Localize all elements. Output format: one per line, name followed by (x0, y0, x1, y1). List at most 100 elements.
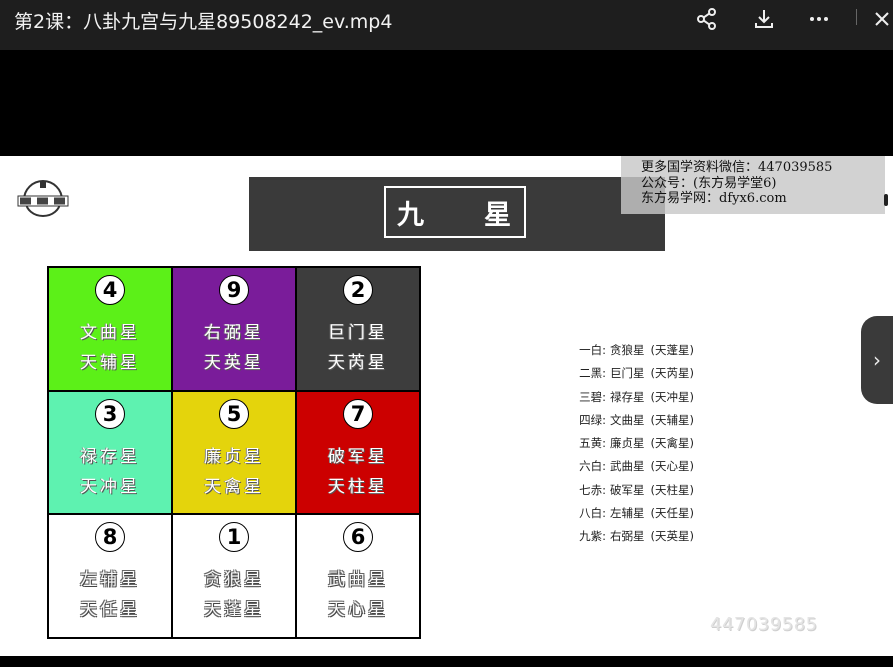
download-button[interactable] (746, 4, 782, 34)
list-star: 破军星 (610, 482, 645, 497)
list-label: 五黄: (579, 436, 606, 451)
star-name: 廉贞星 (204, 446, 264, 467)
list-item: 一白: 贪狼星 (天蓬星) (572, 339, 694, 362)
star-alt-name: 天蓬星 (204, 600, 264, 621)
contact-watermark: 更多国学资料微信：447039585 公众号：(东方易学堂6) 东方易学网：df… (621, 156, 885, 214)
video-letterbox-bottom (0, 656, 893, 667)
grid-cell: 7 破军星天柱星 (297, 391, 419, 514)
more-button[interactable] (801, 4, 837, 34)
star-alt-name: 天芮星 (328, 353, 388, 373)
star-name: 贪狼星 (204, 570, 264, 591)
logo (16, 178, 70, 218)
star-alt-name: 天任星 (80, 600, 140, 621)
list-star: 左辅星 (610, 506, 645, 521)
list-label: 一白: (579, 343, 606, 357)
toolbar-divider (856, 9, 857, 25)
star-alt-name: 天柱星 (328, 476, 388, 497)
list-alt: (天蓬星) (650, 343, 694, 357)
cell-number: 2 (343, 275, 373, 305)
grid-cell: 9 右弼星天英星 (173, 268, 295, 390)
list-item: 七赤: 破军星 (天柱星) (572, 479, 694, 502)
star-name: 破军星 (328, 446, 388, 467)
star-alt-name: 天辅星 (80, 353, 140, 373)
slide-title-right: 星 (484, 199, 513, 231)
star-name: 巨门星 (328, 323, 388, 343)
close-icon (874, 12, 889, 26)
edge-marker (884, 194, 888, 206)
bottom-watermark: 447039585 (710, 614, 818, 635)
watermark-line: 更多国学资料微信：447039585 (641, 160, 833, 175)
video-title: 第2课：八卦九宫与九星89508242_ev.mp4 (14, 11, 393, 33)
star-name: 武曲星 (328, 570, 388, 591)
cell-number: 7 (343, 398, 373, 429)
video-frame[interactable]: 九 星 更多国学资料微信：447039585 公众号：(东方易学堂6) 东方易学… (0, 156, 893, 656)
star-list: 一白: 贪狼星 (天蓬星) 二黑: 巨门星 (天芮星) 三碧: 禄存星 (天冲星) 四绿: 文… (572, 339, 694, 549)
star-name: 左辅星 (80, 570, 140, 591)
list-star: 廉贞星 (610, 436, 645, 451)
next-button[interactable]: › (861, 316, 893, 404)
list-alt: (天禽星) (650, 436, 694, 451)
grid-cell: 8 左辅星天任星 (49, 515, 171, 637)
list-star: 巨门星 (610, 366, 645, 381)
list-alt: (天辅星) (650, 412, 694, 427)
list-item: 二黑: 巨门星 (天芮星) (572, 362, 694, 385)
grid-cell: 6 武曲星天心星 (297, 515, 419, 637)
list-alt: (天柱星) (650, 482, 694, 497)
watermark-line: 公众号：(东方易学堂6) (641, 175, 777, 191)
grid-cell: 4 文曲星天辅星 (49, 268, 171, 390)
slide-title: 九 星 (384, 186, 526, 238)
cell-number: 8 (95, 522, 125, 553)
list-star: 贪狼星 (610, 343, 645, 357)
star-alt-name: 天英星 (204, 353, 264, 373)
list-item: 八白: 左辅星 (天任星) (572, 502, 694, 525)
chevron-right-icon: › (873, 348, 881, 372)
download-icon (755, 10, 773, 28)
grid-cell: 3 禄存星天冲星 (49, 391, 171, 514)
list-label: 四绿: (579, 412, 606, 427)
list-alt: (天任星) (650, 506, 694, 521)
close-button[interactable] (870, 4, 893, 34)
cell-number: 5 (219, 398, 249, 429)
star-name: 右弼星 (204, 323, 264, 343)
video-letterbox-top (0, 50, 893, 156)
list-alt: (天芮星) (650, 366, 694, 381)
star-name: 禄存星 (80, 446, 140, 467)
list-item: 六白: 武曲星 (天心星) (572, 455, 694, 478)
grid-cell: 1 贪狼星天蓬星 (173, 515, 295, 637)
watermark-line: 东方易学网：dfyx6.com (641, 191, 787, 206)
cell-number: 1 (219, 522, 249, 553)
list-star: 武曲星 (610, 459, 645, 474)
cell-number: 3 (95, 398, 125, 429)
list-item: 九紫: 右弼星 (天英星) (572, 525, 694, 548)
cell-number: 6 (343, 522, 373, 553)
star-alt-name: 天心星 (328, 600, 388, 621)
list-label: 七赤: (579, 482, 606, 497)
title-bar: 第2课：八卦九宫与九星89508242_ev.mp4 (0, 0, 893, 50)
slide-title-left: 九 (397, 199, 426, 231)
cell-number: 9 (219, 275, 249, 305)
list-label: 九紫: (579, 529, 606, 544)
star-name: 文曲星 (80, 323, 140, 343)
grid-cell: 5 廉贞星 天禽星 (173, 391, 295, 514)
list-alt: (天心星) (650, 459, 694, 474)
list-alt: (天冲星) (650, 389, 694, 404)
list-alt: (天英星) (650, 529, 694, 544)
list-label: 三碧: (579, 389, 606, 404)
list-star: 文曲星 (610, 412, 645, 427)
list-label: 六白: (579, 459, 606, 474)
share-button[interactable] (689, 4, 725, 34)
nine-star-grid: 4 文曲星 天辅星 9 右弼星 天英星 2 巨门星 天芮星 3 禄存星 天冲星 5 廉贞星 天禽星 … (47, 266, 421, 639)
share-icon (697, 8, 716, 30)
list-label: 八白: (579, 506, 606, 521)
grid-cell: 2 巨门星天芮星 (297, 268, 419, 390)
list-star: 右弼星 (610, 529, 645, 544)
list-item: 三碧: 禄存星 (天冲星) (572, 386, 694, 409)
list-label: 二黑: (579, 366, 606, 381)
list-item: 五黄: 廉贞星 (天禽星) (572, 432, 694, 455)
star-alt-name: 天冲星 (80, 476, 140, 497)
cell-number: 4 (95, 275, 125, 305)
more-icon (810, 17, 828, 21)
list-item: 四绿: 文曲星 (天辅星) (572, 409, 694, 432)
list-star: 禄存星 (610, 389, 645, 404)
slide-title-bar: 九 星 (249, 177, 665, 251)
